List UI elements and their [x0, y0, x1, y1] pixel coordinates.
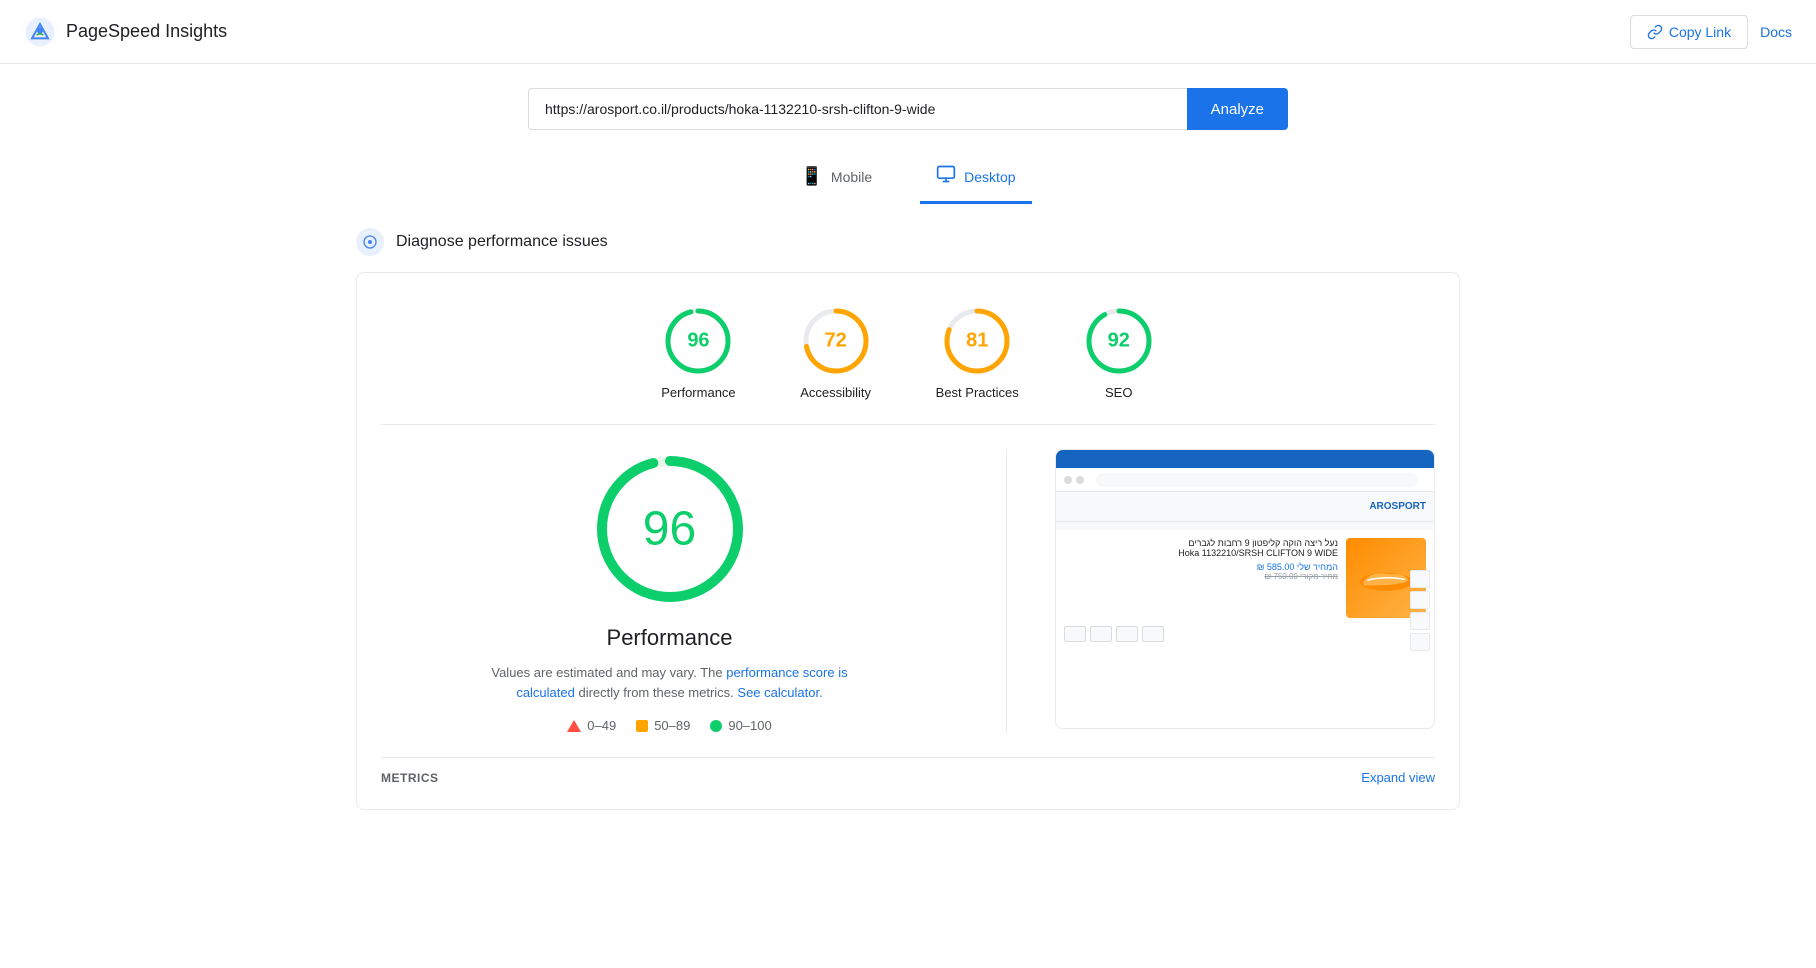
product-thumbnails	[1410, 570, 1430, 651]
performance-score: 96	[687, 330, 709, 353]
best-practices-score: 81	[966, 330, 988, 353]
size-options	[1064, 626, 1426, 642]
best-practices-label: Best Practices	[936, 385, 1019, 400]
promo-bar	[1056, 450, 1434, 468]
tab-desktop[interactable]: Desktop	[920, 154, 1031, 204]
metrics-footer: METRICS Expand view	[381, 757, 1435, 785]
large-performance-circle: 96	[590, 449, 750, 609]
best-practices-circle: 81	[941, 305, 1013, 377]
thumb-1	[1410, 570, 1430, 588]
copy-link-label: Copy Link	[1669, 24, 1731, 40]
fail-icon	[567, 720, 581, 732]
size-option	[1090, 626, 1112, 642]
tab-mobile-label: Mobile	[831, 169, 872, 185]
copy-link-button[interactable]: Copy Link	[1630, 15, 1748, 49]
legend-item-good: 90–100	[710, 718, 771, 733]
legend-item-average: 50–89	[636, 718, 690, 733]
tab-desktop-label: Desktop	[964, 169, 1015, 185]
browser-bar	[1056, 468, 1434, 492]
header-right: Copy Link Docs	[1630, 15, 1792, 49]
size-option	[1142, 626, 1164, 642]
performance-title: Performance	[607, 625, 733, 651]
header-left: PageSpeed Insights	[24, 16, 227, 48]
legend-item-fail: 0–49	[567, 718, 616, 733]
size-option	[1116, 626, 1138, 642]
score-item-performance: 96 Performance	[661, 305, 735, 400]
score-divider	[381, 424, 1435, 425]
link-icon	[1647, 24, 1663, 40]
url-section: Analyze	[0, 64, 1816, 146]
site-nav: AROSPORT	[1056, 492, 1434, 522]
performance-description: Values are estimated and may vary. The p…	[490, 663, 850, 702]
docs-link[interactable]: Docs	[1760, 24, 1792, 40]
accessibility-score: 72	[825, 330, 847, 353]
tab-mobile[interactable]: 📱 Mobile	[784, 154, 888, 204]
score-circles-row: 96 Performance 72 Accessibility	[381, 305, 1435, 400]
screenshot-product-area: נעל ריצה הוקה קליפטון 9 רחבות לגבריםHoka…	[1056, 530, 1434, 728]
performance-circle: 96	[662, 305, 734, 377]
expand-view-button[interactable]: Expand view	[1361, 770, 1435, 785]
seo-circle: 92	[1083, 305, 1155, 377]
header: PageSpeed Insights Copy Link Docs	[0, 0, 1816, 64]
product-area: נעל ריצה הוקה קליפטון 9 רחבות לגבריםHoka…	[1064, 538, 1426, 618]
score-item-seo: 92 SEO	[1083, 305, 1155, 400]
desktop-icon	[936, 164, 956, 189]
score-item-best-practices: 81 Best Practices	[936, 305, 1019, 400]
gauge-icon	[362, 234, 378, 250]
main-content: Diagnose performance issues 96 Performan…	[308, 204, 1508, 834]
product-sale-price: ₪ 585.00 המחיר שלי	[1064, 562, 1338, 572]
browser-address-bar	[1096, 473, 1418, 487]
seo-label: SEO	[1105, 385, 1132, 400]
performance-label: Performance	[661, 385, 735, 400]
average-icon	[636, 720, 648, 732]
score-legend: 0–49 50–89 90–100	[567, 718, 771, 733]
good-icon	[710, 720, 722, 732]
product-title: נעל ריצה הוקה קליפטון 9 רחבות לגבריםHoka…	[1064, 538, 1338, 558]
section-icon	[356, 228, 384, 256]
accessibility-label: Accessibility	[800, 385, 871, 400]
browser-dot-2	[1076, 476, 1084, 484]
url-bar: Analyze	[528, 88, 1288, 130]
good-range: 90–100	[728, 718, 771, 733]
product-info: נעל ריצה הוקה קליפטון 9 רחבות לגבריםHoka…	[1064, 538, 1338, 618]
pagespeed-logo-icon	[24, 16, 56, 48]
accessibility-circle: 72	[800, 305, 872, 377]
screenshot-preview-container: AROSPORT נעל ריצה הוקה קליפטון 9 רחבות ל…	[1055, 449, 1435, 729]
mobile-icon: 📱	[800, 166, 822, 187]
analyze-button[interactable]: Analyze	[1187, 88, 1288, 130]
fail-range: 0–49	[587, 718, 616, 733]
vertical-divider	[1006, 449, 1007, 733]
section-header: Diagnose performance issues	[356, 228, 1460, 256]
site-logo: AROSPORT	[1369, 501, 1426, 512]
browser-dot-1	[1064, 476, 1072, 484]
thumb-3	[1410, 612, 1430, 630]
thumb-2	[1410, 591, 1430, 609]
size-option	[1064, 626, 1086, 642]
performance-detail: 96 Performance Values are estimated and …	[381, 449, 1435, 733]
url-input[interactable]	[528, 88, 1187, 130]
screenshot-preview: AROSPORT נעל ריצה הוקה קליפטון 9 רחבות ל…	[1055, 449, 1435, 729]
performance-left: 96 Performance Values are estimated and …	[381, 449, 958, 733]
see-calculator-link[interactable]: See calculator.	[737, 685, 822, 700]
product-original-price: ₪ 750.00 מחיר מקורי	[1064, 572, 1338, 581]
shoe-svg	[1356, 558, 1416, 598]
thumb-4	[1410, 633, 1430, 651]
large-performance-score: 96	[643, 502, 696, 557]
section-title: Diagnose performance issues	[396, 233, 608, 251]
metrics-label: METRICS	[381, 771, 439, 785]
score-item-accessibility: 72 Accessibility	[800, 305, 872, 400]
app-title: PageSpeed Insights	[66, 21, 227, 42]
mode-tabs: 📱 Mobile Desktop	[0, 146, 1816, 204]
average-range: 50–89	[654, 718, 690, 733]
seo-score: 92	[1108, 330, 1130, 353]
score-card: 96 Performance 72 Accessibility	[356, 272, 1460, 810]
